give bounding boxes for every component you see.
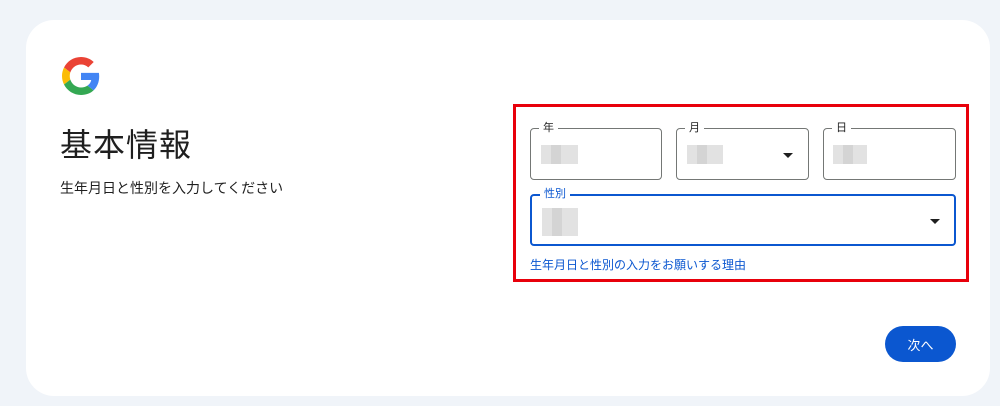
day-field[interactable]: 日 (823, 120, 956, 180)
month-label: 月 (685, 120, 704, 136)
month-select[interactable]: 月 (676, 120, 809, 180)
gender-select[interactable]: 性別 (530, 186, 956, 246)
page-title: 基本情報 (60, 126, 193, 164)
page-subtitle: 生年月日と性別を入力してください (60, 181, 284, 197)
gender-value-redacted (542, 208, 578, 236)
month-value-redacted (687, 145, 723, 164)
day-label: 日 (832, 120, 851, 136)
next-button[interactable]: 次へ (885, 326, 956, 362)
year-value-redacted (541, 145, 578, 164)
gender-dropdown-arrow-icon (930, 219, 940, 224)
google-logo-icon (62, 57, 100, 95)
reason-link[interactable]: 生年月日と性別の入力をお願いする理由 (530, 256, 746, 273)
gender-label: 性別 (540, 186, 570, 202)
year-field[interactable]: 年 (530, 120, 662, 180)
year-label: 年 (539, 120, 558, 136)
month-dropdown-arrow-icon (783, 153, 793, 158)
day-value-redacted (833, 145, 867, 164)
